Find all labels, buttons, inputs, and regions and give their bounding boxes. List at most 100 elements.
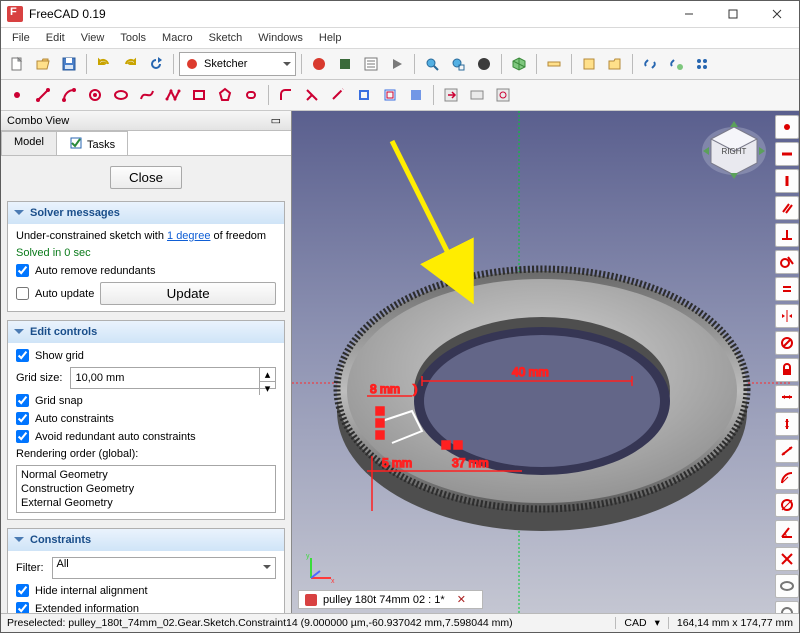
sketch-polyline-icon[interactable]: [161, 83, 185, 107]
symmetric-constraint-icon[interactable]: [775, 304, 799, 328]
sketch-construction-icon[interactable]: [404, 83, 428, 107]
menu-tools[interactable]: Tools: [113, 30, 153, 46]
macro-record-icon[interactable]: [307, 52, 331, 76]
horiz-dist-icon[interactable]: [775, 385, 799, 409]
sketch-ellipse-icon[interactable]: [109, 83, 133, 107]
sketch-circle-icon[interactable]: [83, 83, 107, 107]
parallel-constraint-icon[interactable]: [775, 196, 799, 220]
avoid-redundant-check[interactable]: Avoid redundant auto constraints: [16, 430, 276, 443]
view-sketch-icon[interactable]: [465, 83, 489, 107]
length-icon[interactable]: [775, 439, 799, 463]
coincident-constraint-icon[interactable]: [775, 115, 799, 139]
refresh-icon[interactable]: [144, 52, 168, 76]
close-doc-icon[interactable]: ✕: [457, 593, 466, 606]
sketch-bspline-icon[interactable]: [135, 83, 159, 107]
sketch-external-icon[interactable]: [352, 83, 376, 107]
perpendicular-constraint-icon[interactable]: [775, 223, 799, 247]
leave-sketch-icon[interactable]: [439, 83, 463, 107]
snell-icon[interactable]: [775, 547, 799, 571]
draw-style-icon[interactable]: [472, 52, 496, 76]
menu-view[interactable]: View: [74, 30, 112, 46]
list-item[interactable]: External Geometry: [21, 496, 271, 510]
macro-play-icon[interactable]: [385, 52, 409, 76]
auto-constraints-check[interactable]: Auto constraints: [16, 412, 276, 425]
menu-edit[interactable]: Edit: [39, 30, 72, 46]
sketch-line-icon[interactable]: [31, 83, 55, 107]
sketch-trim-icon[interactable]: [300, 83, 324, 107]
list-item[interactable]: Construction Geometry: [21, 482, 271, 496]
lock-constraint-icon[interactable]: [775, 358, 799, 382]
menu-windows[interactable]: Windows: [251, 30, 310, 46]
workbench-selector[interactable]: Sketcher: [179, 52, 296, 76]
render-order-list[interactable]: Normal Geometry Construction Geometry Ex…: [16, 465, 276, 513]
toggle-ref-icon[interactable]: [775, 601, 799, 613]
group-icon[interactable]: [603, 52, 627, 76]
equal-constraint-icon[interactable]: [775, 277, 799, 301]
block-constraint-icon[interactable]: [775, 331, 799, 355]
vert-dist-icon[interactable]: [775, 412, 799, 436]
render-order-label: Rendering order (global):: [16, 448, 276, 460]
auto-remove-redundants-check[interactable]: Auto remove redundants: [16, 264, 276, 277]
link-replace-icon[interactable]: [664, 52, 688, 76]
menu-macro[interactable]: Macro: [155, 30, 200, 46]
dof-link[interactable]: 1 degree: [167, 230, 210, 242]
sketch-carbon-icon[interactable]: [378, 83, 402, 107]
view-iso-icon[interactable]: [507, 52, 531, 76]
zoom-select-icon[interactable]: [446, 52, 470, 76]
redo-icon[interactable]: [118, 52, 142, 76]
tab-model[interactable]: Model: [1, 131, 57, 155]
sketch-arc-icon[interactable]: [57, 83, 81, 107]
close-window-button[interactable]: [755, 1, 799, 27]
sketch-point-icon[interactable]: [5, 83, 29, 107]
nav-style[interactable]: CAD: [624, 617, 646, 629]
3d-viewport[interactable]: 40 mm 8 mm ) 5 mm 37 mm: [292, 111, 799, 613]
radius-icon[interactable]: [775, 466, 799, 490]
menu-file[interactable]: File: [5, 30, 37, 46]
auto-update-check[interactable]: Auto update: [16, 287, 94, 300]
internal-align-icon[interactable]: [775, 574, 799, 598]
map-sketch-icon[interactable]: [491, 83, 515, 107]
link-import-icon[interactable]: [690, 52, 714, 76]
tangent-constraint-icon[interactable]: [775, 250, 799, 274]
maximize-button[interactable]: [711, 1, 755, 27]
save-file-icon[interactable]: [57, 52, 81, 76]
hide-internal-check[interactable]: Hide internal alignment: [16, 584, 276, 597]
update-button[interactable]: Update: [100, 282, 276, 305]
zoom-fit-icon[interactable]: [420, 52, 444, 76]
edit-controls-header[interactable]: Edit controls: [8, 321, 284, 343]
extended-info-check[interactable]: Extended information: [16, 602, 276, 613]
solver-header[interactable]: Solver messages: [8, 202, 284, 224]
link-icon[interactable]: [638, 52, 662, 76]
sketch-extend-icon[interactable]: [326, 83, 350, 107]
new-file-icon[interactable]: [5, 52, 29, 76]
open-file-icon[interactable]: [31, 52, 55, 76]
grid-size-input[interactable]: ▴▾: [70, 367, 276, 389]
sketch-fillet-icon[interactable]: [274, 83, 298, 107]
diameter-icon[interactable]: [775, 493, 799, 517]
sketch-rect-icon[interactable]: [187, 83, 211, 107]
close-task-button[interactable]: Close: [110, 166, 182, 189]
document-tab[interactable]: pulley 180t 74mm 02 : 1* ✕: [298, 590, 483, 609]
sketch-polygon-icon[interactable]: [213, 83, 237, 107]
macro-list-icon[interactable]: [359, 52, 383, 76]
macro-stop-icon[interactable]: [333, 52, 357, 76]
chevron-down-icon: [14, 537, 24, 547]
tab-tasks[interactable]: Tasks: [56, 131, 128, 155]
show-grid-check[interactable]: Show grid: [16, 349, 276, 362]
sketch-slot-icon[interactable]: [239, 83, 263, 107]
horizontal-constraint-icon[interactable]: [775, 142, 799, 166]
undo-icon[interactable]: [92, 52, 116, 76]
grid-snap-check[interactable]: Grid snap: [16, 394, 276, 407]
vertical-constraint-icon[interactable]: [775, 169, 799, 193]
minimize-button[interactable]: [667, 1, 711, 27]
constraints-header[interactable]: Constraints: [8, 529, 284, 551]
menu-sketch[interactable]: Sketch: [202, 30, 250, 46]
part-icon[interactable]: [577, 52, 601, 76]
list-item[interactable]: Normal Geometry: [21, 468, 271, 482]
angle-icon[interactable]: [775, 520, 799, 544]
filter-select[interactable]: All: [52, 557, 277, 579]
measure-icon[interactable]: [542, 52, 566, 76]
navigation-cube[interactable]: RIGHT: [699, 119, 769, 179]
menu-help[interactable]: Help: [312, 30, 349, 46]
dock-float-icon[interactable]: ▭: [267, 114, 285, 127]
